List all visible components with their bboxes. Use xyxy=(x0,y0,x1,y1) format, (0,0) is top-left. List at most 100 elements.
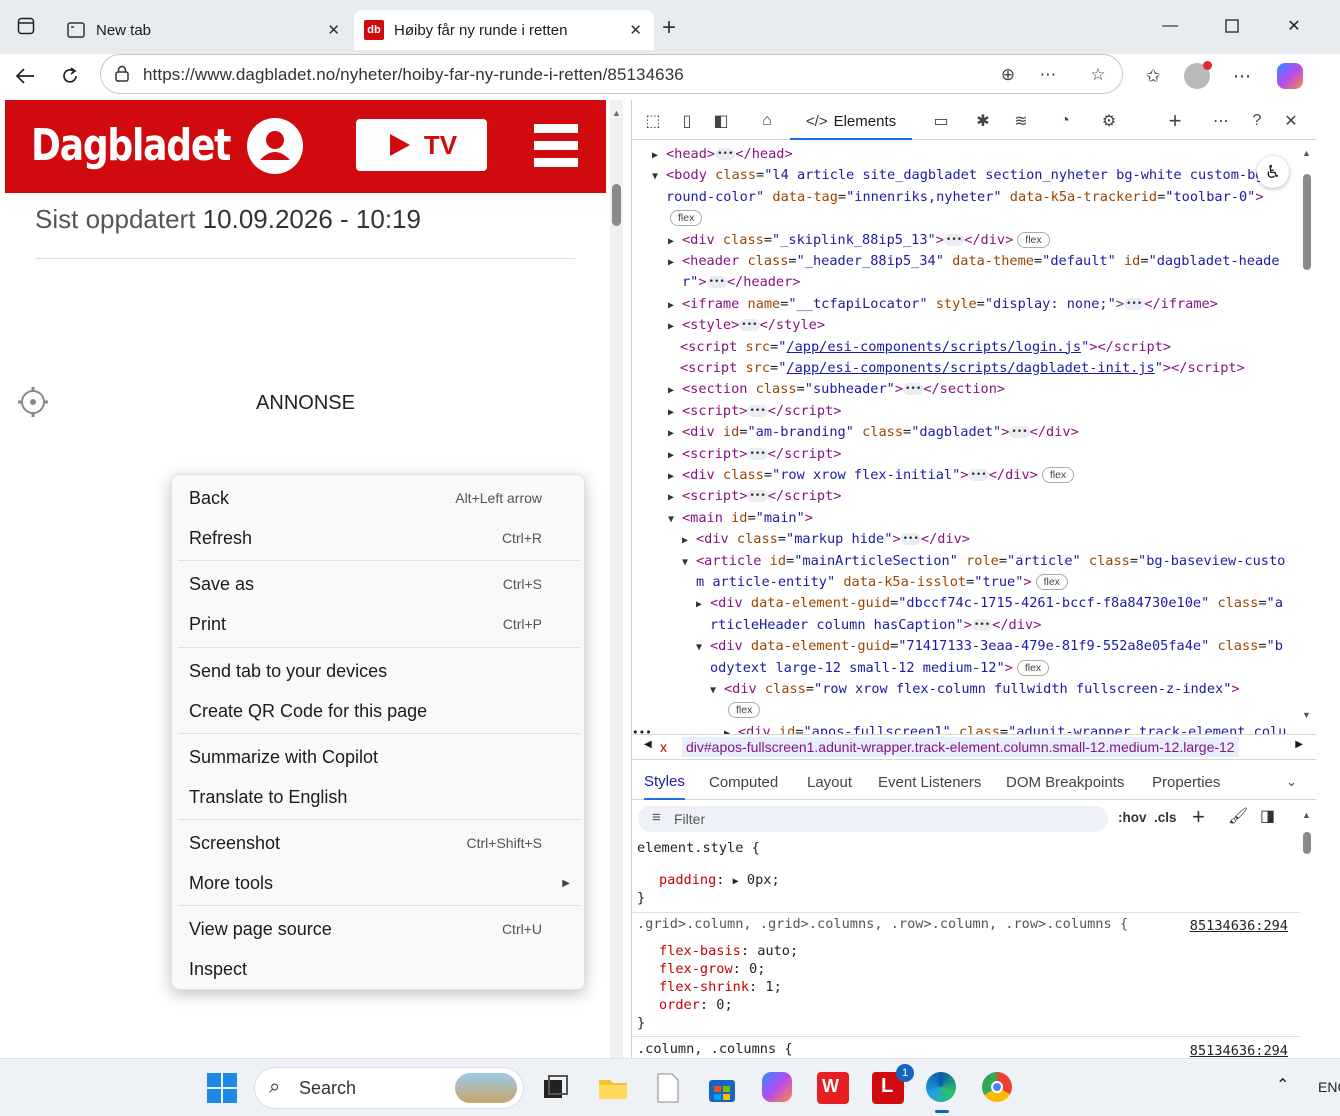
dock-side-icon[interactable]: ◧ xyxy=(708,108,734,134)
dom-node[interactable]: ▶ <section class="subheader"> ••• </section… xyxy=(668,379,1005,400)
flex-badge[interactable]: flex xyxy=(724,700,761,721)
tab-computed[interactable]: Computed xyxy=(709,764,778,800)
menu-item-more-tools[interactable]: More tools ▶ xyxy=(172,863,586,903)
accessibility-icon[interactable]: ♿ xyxy=(1257,156,1289,188)
dom-node[interactable]: ▼ <article id="mainArticleSection" role="… xyxy=(682,551,1285,572)
close-tab-icon[interactable]: ✕ xyxy=(629,21,642,39)
add-panel-icon[interactable]: + xyxy=(1162,108,1188,134)
menu-item-print[interactable]: Print Ctrl+P xyxy=(172,604,586,644)
menu-item-refresh[interactable]: Refresh Ctrl+R xyxy=(172,518,586,558)
close-window-icon[interactable]: ✕ xyxy=(1274,8,1314,44)
rule-source-link[interactable]: 85134636:294 xyxy=(1190,918,1288,934)
copilot-app-icon[interactable] xyxy=(762,1072,794,1104)
tab-article[interactable]: db Høiby får ny runde i retten ✕ xyxy=(354,10,654,50)
menu-item-back[interactable]: Back Alt+Left arrow xyxy=(172,478,586,518)
hov-toggle[interactable]: :hov xyxy=(1118,810,1147,825)
rule-source-link[interactable]: 85134636:294 xyxy=(1190,1043,1288,1058)
dom-node[interactable]: ▶ <div class="markup hide"> ••• </div> xyxy=(682,529,970,550)
style-property[interactable]: flex-shrink: 1; xyxy=(659,979,782,995)
wifi-icon[interactable]: ≋ xyxy=(1008,108,1034,134)
menu-item-inspect[interactable]: Inspect xyxy=(172,949,586,989)
dom-node[interactable]: ▼ <main id="main"> xyxy=(668,508,813,529)
dom-node[interactable]: ▼ <div class="row xrow flex-column fullwi… xyxy=(710,679,1240,700)
menu-item-qr-code[interactable]: Create QR Code for this page xyxy=(172,691,586,731)
flex-badge[interactable]: flex xyxy=(666,208,703,229)
menu-item-send-tab[interactable]: Send tab to your devices xyxy=(172,651,586,691)
copilot-icon[interactable] xyxy=(1274,60,1306,92)
dom-node[interactable]: ▶ <script> ••• </script> xyxy=(668,486,841,507)
notepad-icon[interactable] xyxy=(652,1072,684,1104)
tab-event-listeners[interactable]: Event Listeners xyxy=(878,764,981,800)
inspect-element-icon[interactable]: ⬚ xyxy=(640,108,666,134)
rule-selector[interactable]: .grid>.column, .grid>.columns, .row>.col… xyxy=(637,916,1128,932)
address-bar[interactable]: https://www.dagbladet.no/nyheter/hoiby-f… xyxy=(100,54,1123,94)
chrome-icon[interactable] xyxy=(982,1072,1014,1104)
new-rule-icon[interactable]: + xyxy=(1192,804,1205,830)
sidebar-toggle-icon[interactable]: ◨ xyxy=(1260,806,1275,826)
chevron-down-icon[interactable]: ⌄ xyxy=(1286,764,1297,800)
menu-item-screenshot[interactable]: Screenshot Ctrl+Shift+S xyxy=(172,823,586,863)
rule-selector[interactable]: .column, .columns { xyxy=(637,1041,793,1057)
new-tab-button[interactable]: + xyxy=(662,14,676,42)
tab-properties[interactable]: Properties xyxy=(1152,764,1220,800)
zoom-icon[interactable]: ⊕ xyxy=(997,64,1019,86)
edge-icon[interactable] xyxy=(926,1072,958,1113)
dom-node[interactable]: ▶ <header class="_header_88ip5_34" data-t… xyxy=(668,251,1280,272)
scroll-up-icon[interactable]: ▲ xyxy=(1302,810,1311,820)
performance-icon[interactable]: ◔ xyxy=(1052,108,1078,134)
tab-dom-breakpoints[interactable]: DOM Breakpoints xyxy=(1006,764,1124,800)
more-devtools-icon[interactable]: ⋯ xyxy=(1208,108,1234,134)
dom-node[interactable]: <script src="/app/esi-components/scripts… xyxy=(680,358,1245,379)
task-view-icon[interactable] xyxy=(540,1072,572,1104)
windows-start-icon[interactable] xyxy=(206,1072,238,1104)
refresh-icon[interactable] xyxy=(54,60,86,92)
back-arrow-icon[interactable] xyxy=(9,60,41,92)
profile-avatar[interactable] xyxy=(1181,60,1213,92)
rule-selector[interactable]: element.style { xyxy=(637,840,760,856)
dom-node[interactable]: ▶ <script> ••• </script> xyxy=(668,401,841,422)
scrollbar-thumb[interactable] xyxy=(612,184,621,226)
close-devtools-icon[interactable]: ✕ xyxy=(1278,108,1304,134)
tv-button[interactable]: TV xyxy=(356,119,487,171)
close-tab-icon[interactable]: ✕ xyxy=(327,21,340,39)
language-indicator[interactable]: ENG xyxy=(1318,1079,1340,1095)
dom-node[interactable]: ▶ <div id="apos-fullscreen1" class="aduni… xyxy=(724,722,1286,734)
dom-node[interactable]: ▶ <script> ••• </script> xyxy=(668,444,841,465)
tab-layout[interactable]: Layout xyxy=(807,764,852,800)
tab-styles[interactable]: Styles xyxy=(644,764,685,800)
lock-icon[interactable] xyxy=(113,65,131,83)
styles-filter-input[interactable]: ≡ Filter xyxy=(638,806,1108,832)
paint-brush-icon[interactable]: 🖌 xyxy=(1228,806,1248,826)
settings-more-icon[interactable]: ⋯ xyxy=(1226,60,1258,92)
tab-new-tab[interactable]: New tab ✕ xyxy=(56,10,352,50)
style-property[interactable]: padding: ▶ 0px; xyxy=(659,872,780,888)
dom-scrollbar[interactable]: ▲ ▼ xyxy=(1300,144,1314,724)
menu-item-translate[interactable]: Translate to English xyxy=(172,777,586,817)
bug-icon[interactable]: ✱ xyxy=(970,108,996,134)
menu-icon[interactable] xyxy=(534,124,578,168)
tab-actions-icon[interactable] xyxy=(6,8,46,44)
scroll-up-icon[interactable]: ▲ xyxy=(612,108,621,118)
url-text[interactable]: https://www.dagbladet.no/nyheter/hoiby-f… xyxy=(143,65,684,85)
dom-node[interactable]: ▶ <iframe name="__tcfapiLocator" style="d… xyxy=(668,294,1218,315)
scroll-up-icon[interactable]: ▲ xyxy=(1302,148,1311,158)
app-l-icon[interactable]: L1 xyxy=(872,1064,914,1104)
user-icon[interactable] xyxy=(247,118,303,174)
style-property[interactable]: flex-grow: 0; xyxy=(659,961,765,977)
dom-node[interactable]: ▶ <div data-element-guid="dbccf74c-1715-4… xyxy=(696,593,1283,614)
console-icon[interactable]: ▭ xyxy=(928,108,954,134)
scroll-down-icon[interactable]: ▼ xyxy=(1302,710,1311,720)
cls-toggle[interactable]: .cls xyxy=(1154,810,1177,825)
maximize-icon[interactable] xyxy=(1212,8,1252,44)
dom-node[interactable]: ▶ <head> ••• </head> xyxy=(652,144,793,165)
breadcrumb-selected[interactable]: div#apos-fullscreen1.adunit-wrapper.trac… xyxy=(682,737,1239,757)
favorite-star-icon[interactable]: ☆ xyxy=(1087,64,1109,86)
dom-node[interactable]: ▶ <div id="am-branding" class="dagbladet"… xyxy=(668,422,1079,443)
dom-node[interactable]: ▼ <div data-element-guid="71417133-3eaa-4… xyxy=(696,636,1283,657)
file-explorer-icon[interactable] xyxy=(597,1072,629,1104)
tab-elements[interactable]: </> Elements xyxy=(790,104,912,140)
breadcrumb-right-icon[interactable]: ▶ xyxy=(1295,739,1303,750)
dom-node[interactable]: ▼ <body class="l4 article site_dagbladet … xyxy=(652,165,1263,186)
menu-item-view-source[interactable]: View page source Ctrl+U xyxy=(172,909,586,949)
dom-node[interactable]: <script src="/app/esi-components/scripts… xyxy=(680,337,1171,358)
